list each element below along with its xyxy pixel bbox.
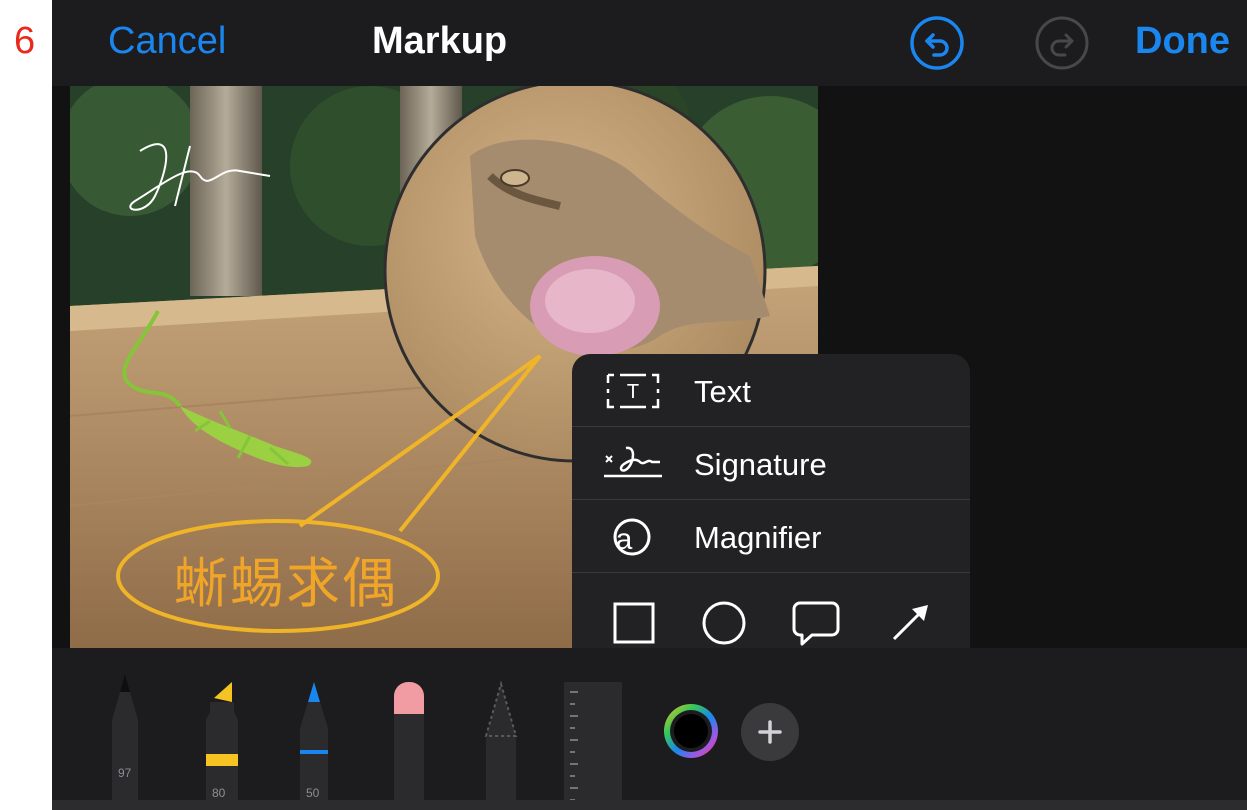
- circle-shape-button[interactable]: [698, 597, 750, 649]
- undo-button[interactable]: [909, 15, 965, 76]
- redo-button[interactable]: [1034, 15, 1090, 76]
- add-annotation-menu: T Text Signature a Magnifier: [572, 354, 970, 665]
- text-box-icon: T: [602, 369, 664, 413]
- undo-icon: [910, 16, 964, 70]
- pencil-opacity: 50: [306, 786, 320, 800]
- lasso-icon: [484, 680, 518, 810]
- signature-icon: [602, 442, 664, 486]
- ruler-tool[interactable]: [564, 682, 624, 810]
- speech-bubble-icon: [792, 601, 840, 646]
- square-icon: [613, 602, 655, 644]
- pen-opacity: 97: [118, 766, 132, 780]
- ruler-icon: [564, 682, 622, 810]
- menu-item-label: Magnifier: [694, 520, 822, 555]
- svg-text:a: a: [616, 523, 633, 556]
- menu-item-label: Signature: [694, 447, 827, 482]
- navigation-bar: Cancel Markup Done: [52, 0, 1247, 86]
- menu-item-label: Text: [694, 374, 751, 409]
- drawing-toolbar: 97 80 50: [52, 648, 1247, 810]
- square-shape-button[interactable]: [608, 597, 660, 649]
- cancel-button[interactable]: Cancel: [108, 20, 226, 63]
- pen-tool[interactable]: [110, 670, 140, 810]
- svg-text:T: T: [627, 381, 639, 403]
- page-title: Markup: [372, 20, 508, 62]
- redo-icon: [1035, 16, 1089, 70]
- speech-bubble-shape-button[interactable]: [790, 597, 842, 649]
- markup-app: Cancel Markup Done 蜥蜴求偶 T Text Signature…: [52, 0, 1247, 810]
- circle-icon: [702, 601, 746, 645]
- callout-caption: 蜥蜴求偶: [174, 554, 398, 614]
- arrow-shape-button[interactable]: [884, 597, 936, 649]
- eraser-tool[interactable]: [392, 682, 426, 810]
- highlighter-opacity: 80: [212, 786, 226, 800]
- plus-icon: [758, 720, 782, 744]
- color-picker-button[interactable]: [661, 701, 721, 761]
- eraser-icon: [394, 682, 424, 810]
- add-annotation-button[interactable]: [741, 703, 799, 761]
- menu-item-signature[interactable]: Signature: [572, 427, 970, 500]
- menu-item-text[interactable]: T Text: [572, 354, 970, 427]
- arrow-icon: [892, 605, 928, 641]
- pen-icon: [112, 674, 138, 810]
- color-wheel-icon: [664, 704, 718, 758]
- done-button[interactable]: Done: [1135, 20, 1230, 63]
- lasso-tool[interactable]: [484, 680, 518, 810]
- step-number: 6: [14, 20, 36, 62]
- magnifier-icon: a: [602, 515, 664, 559]
- menu-item-magnifier[interactable]: a Magnifier: [572, 500, 970, 573]
- home-indicator-area: [52, 800, 1247, 810]
